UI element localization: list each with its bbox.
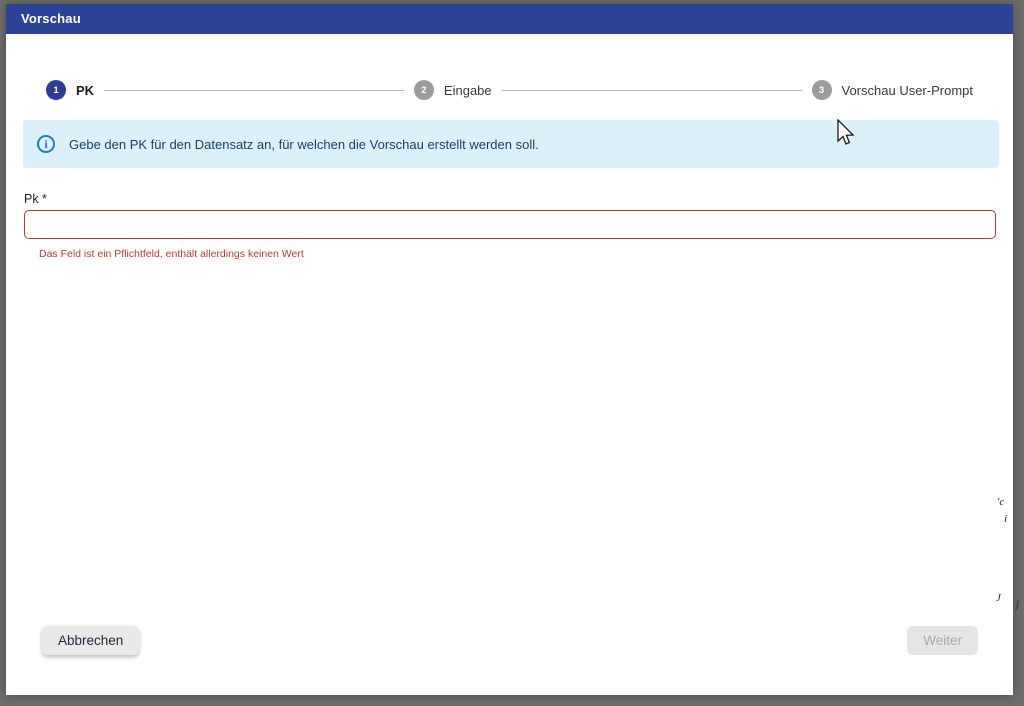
backdrop-text-fragment: j [1016,598,1019,610]
pk-input[interactable] [24,210,996,239]
info-icon-glyph: i [44,138,47,150]
backdrop-text-fragment: J [996,592,1001,604]
step-3-number: 3 [819,85,824,96]
pk-validation-error: Das Feld ist ein Pflichtfeld, enthält al… [24,248,996,260]
info-banner-text: Gebe den PK für den Datensatz an, für we… [69,137,539,152]
info-banner: i Gebe den PK für den Datensatz an, für … [23,120,999,168]
step-1-label[interactable]: PK [76,83,94,98]
step-2-label[interactable]: Eingabe [444,83,492,98]
step-2-circle[interactable]: 2 [414,80,434,100]
backdrop-text-fragment: 'c [997,496,1004,508]
step-3-circle[interactable]: 3 [812,80,832,100]
step-3-label[interactable]: Vorschau User-Prompt [842,83,974,98]
pk-form: Pk * Das Feld ist ein Pflichtfeld, enthä… [6,168,1013,260]
stepper-connector-line [104,90,404,91]
pk-field-label: Pk * [24,192,996,206]
backdrop-text-fragment: i [1004,513,1007,525]
dialog-title: Vorschau [21,11,81,26]
step-1-number: 1 [53,85,58,96]
wizard-stepper: 1 PK 2 Eingabe 3 Vorschau User-Prompt [6,80,1013,100]
vorschau-dialog: Vorschau 1 PK 2 Eingabe 3 Vorschau User-… [6,4,1013,695]
dialog-footer: Abbrechen Weiter [6,626,1013,655]
step-2-number: 2 [421,85,426,96]
step-1-circle[interactable]: 1 [46,80,66,100]
dialog-titlebar: Vorschau [6,4,1013,34]
next-button[interactable]: Weiter [907,626,978,655]
stepper-connector-line [502,90,802,91]
cancel-button[interactable]: Abbrechen [42,626,139,655]
info-icon: i [37,135,55,153]
